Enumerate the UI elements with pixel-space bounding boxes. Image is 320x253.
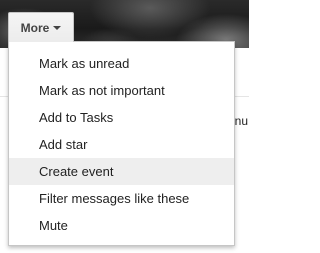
more-button[interactable]: More [8, 12, 74, 42]
menu-item-mute[interactable]: Mute [9, 212, 234, 239]
menu-item-mark-as-not-important[interactable]: Mark as not important [9, 77, 234, 104]
chevron-down-icon [53, 26, 62, 30]
menu-item-mark-as-unread[interactable]: Mark as unread [9, 50, 234, 77]
more-actions-menu: Mark as unread Mark as not important Add… [8, 41, 235, 246]
menu-item-filter-messages-like-these[interactable]: Filter messages like these [9, 185, 234, 212]
menu-item-create-event[interactable]: Create event [9, 158, 234, 185]
more-button-label: More [20, 20, 50, 35]
menu-item-add-star[interactable]: Add star [9, 131, 234, 158]
menu-item-add-to-tasks[interactable]: Add to Tasks [9, 104, 234, 131]
